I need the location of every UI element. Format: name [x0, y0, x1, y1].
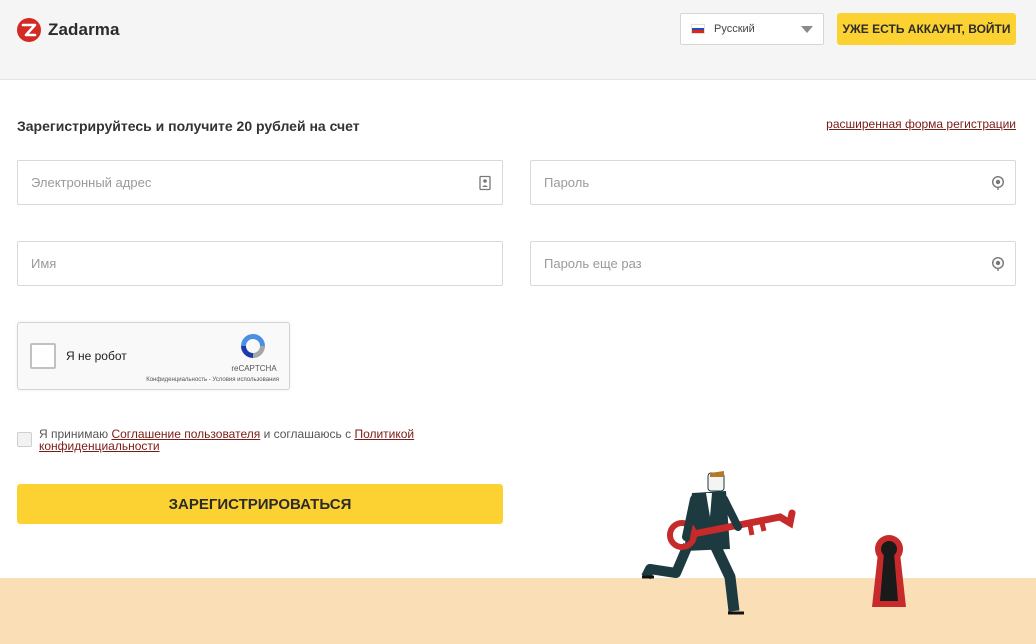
password-input[interactable]	[531, 161, 1015, 204]
chevron-down-icon	[801, 26, 813, 33]
language-select[interactable]: Русский	[680, 13, 824, 45]
recaptcha-logo-icon	[241, 334, 265, 358]
page-title: Зарегистрируйтесь и получите 20 рублей н…	[17, 118, 360, 134]
name-input[interactable]	[18, 242, 502, 285]
header: Zadarma Русский УЖЕ ЕСТЬ АККАУНТ, ВОЙТИ	[0, 0, 1036, 80]
email-field-wrapper	[17, 160, 503, 205]
russian-flag-icon	[691, 24, 705, 34]
man-with-key-illustration	[641, 471, 906, 615]
recaptcha-checkbox[interactable]	[30, 343, 56, 369]
zadarma-logo[interactable]: Zadarma	[16, 17, 120, 43]
password-repeat-input[interactable]	[531, 242, 1015, 285]
name-field-wrapper	[17, 241, 503, 286]
password-repeat-field-wrapper	[530, 241, 1016, 286]
language-selected: Русский	[714, 23, 755, 35]
agreement-text-middle: и соглашаюсь с	[260, 427, 355, 441]
man-leg-front	[709, 540, 740, 612]
zadarma-logo-icon	[17, 18, 41, 42]
login-button[interactable]: УЖЕ ЕСТЬ АККАУНТ, ВОЙТИ	[837, 13, 1016, 45]
password-field-wrapper	[530, 160, 1016, 205]
eye-icon[interactable]	[991, 256, 1005, 272]
agreement-checkbox[interactable]	[17, 432, 32, 447]
advanced-registration-link[interactable]: расширенная форма регистрации	[826, 117, 1016, 131]
agreement-text: Я принимаю Соглашение пользователя и сог…	[39, 428, 439, 452]
recaptcha-widget: Я не робот reCAPTCHA Конфиденциальность …	[17, 322, 290, 390]
recaptcha-brand: reCAPTCHA	[231, 364, 277, 373]
recaptcha-label: Я не робот	[66, 349, 127, 363]
keyhole-icon	[872, 535, 906, 607]
recaptcha-links[interactable]: Конфиденциальность - Условия использован…	[146, 377, 279, 383]
eye-icon[interactable]	[991, 175, 1005, 191]
email-input[interactable]	[18, 161, 502, 204]
brand-name: Zadarma	[48, 20, 120, 39]
contact-card-icon	[479, 175, 491, 191]
register-button[interactable]: ЗАРЕГИСТРИРОВАТЬСЯ	[17, 484, 503, 524]
